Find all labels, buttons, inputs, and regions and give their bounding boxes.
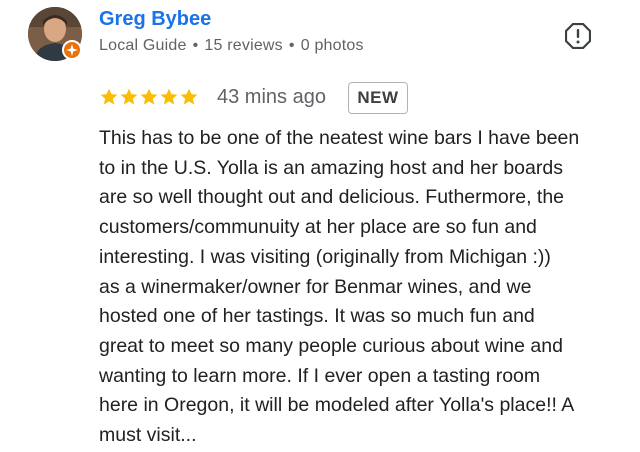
review-line: This has to be one of the neatest wine b… [99,127,580,149]
review-line: as a winermaker/owner for Benmar wines, … [99,275,532,298]
star-icon [120,88,138,105]
local-guide-label: Local Guide [99,37,187,54]
star-icon [100,88,118,105]
review-line: are so well thought out and delicious. F… [99,186,565,209]
separator-dot: • [288,37,295,54]
star-icon [160,88,178,105]
review-time: 43 mins ago [217,86,326,108]
review-line: to in the U.S. Yolla is an amazing host … [99,156,563,179]
review-line: here in Oregon, it will be modeled after… [99,394,575,417]
local-guide-badge-icon [62,40,82,60]
star-icon [180,88,198,105]
review-line: customers/communuity at her place are so… [99,216,537,239]
separator-dot: • [192,37,199,54]
report-flag-icon[interactable] [564,22,592,50]
review-line: wanting to learn more. If I ever open a … [99,364,541,387]
reviewer-name[interactable]: Greg Bybee [99,8,211,31]
star-rating [99,84,199,110]
review-count: 15 reviews [204,37,283,54]
review-line: great to meet so many people curious abo… [99,334,563,357]
review-line: must visit... [99,424,197,447]
review-line: hosted one of her tastings. It was so mu… [99,305,535,328]
star-icon [140,88,158,105]
new-badge: NEW [348,82,408,114]
review-line: interesting. I was visiting (originally … [99,245,551,268]
review-text: This has to be one of the neatest wine b… [99,124,624,451]
reviewer-meta: Local Guide • 15 reviews • 0 photos [99,37,364,55]
photo-count: 0 photos [300,37,364,54]
